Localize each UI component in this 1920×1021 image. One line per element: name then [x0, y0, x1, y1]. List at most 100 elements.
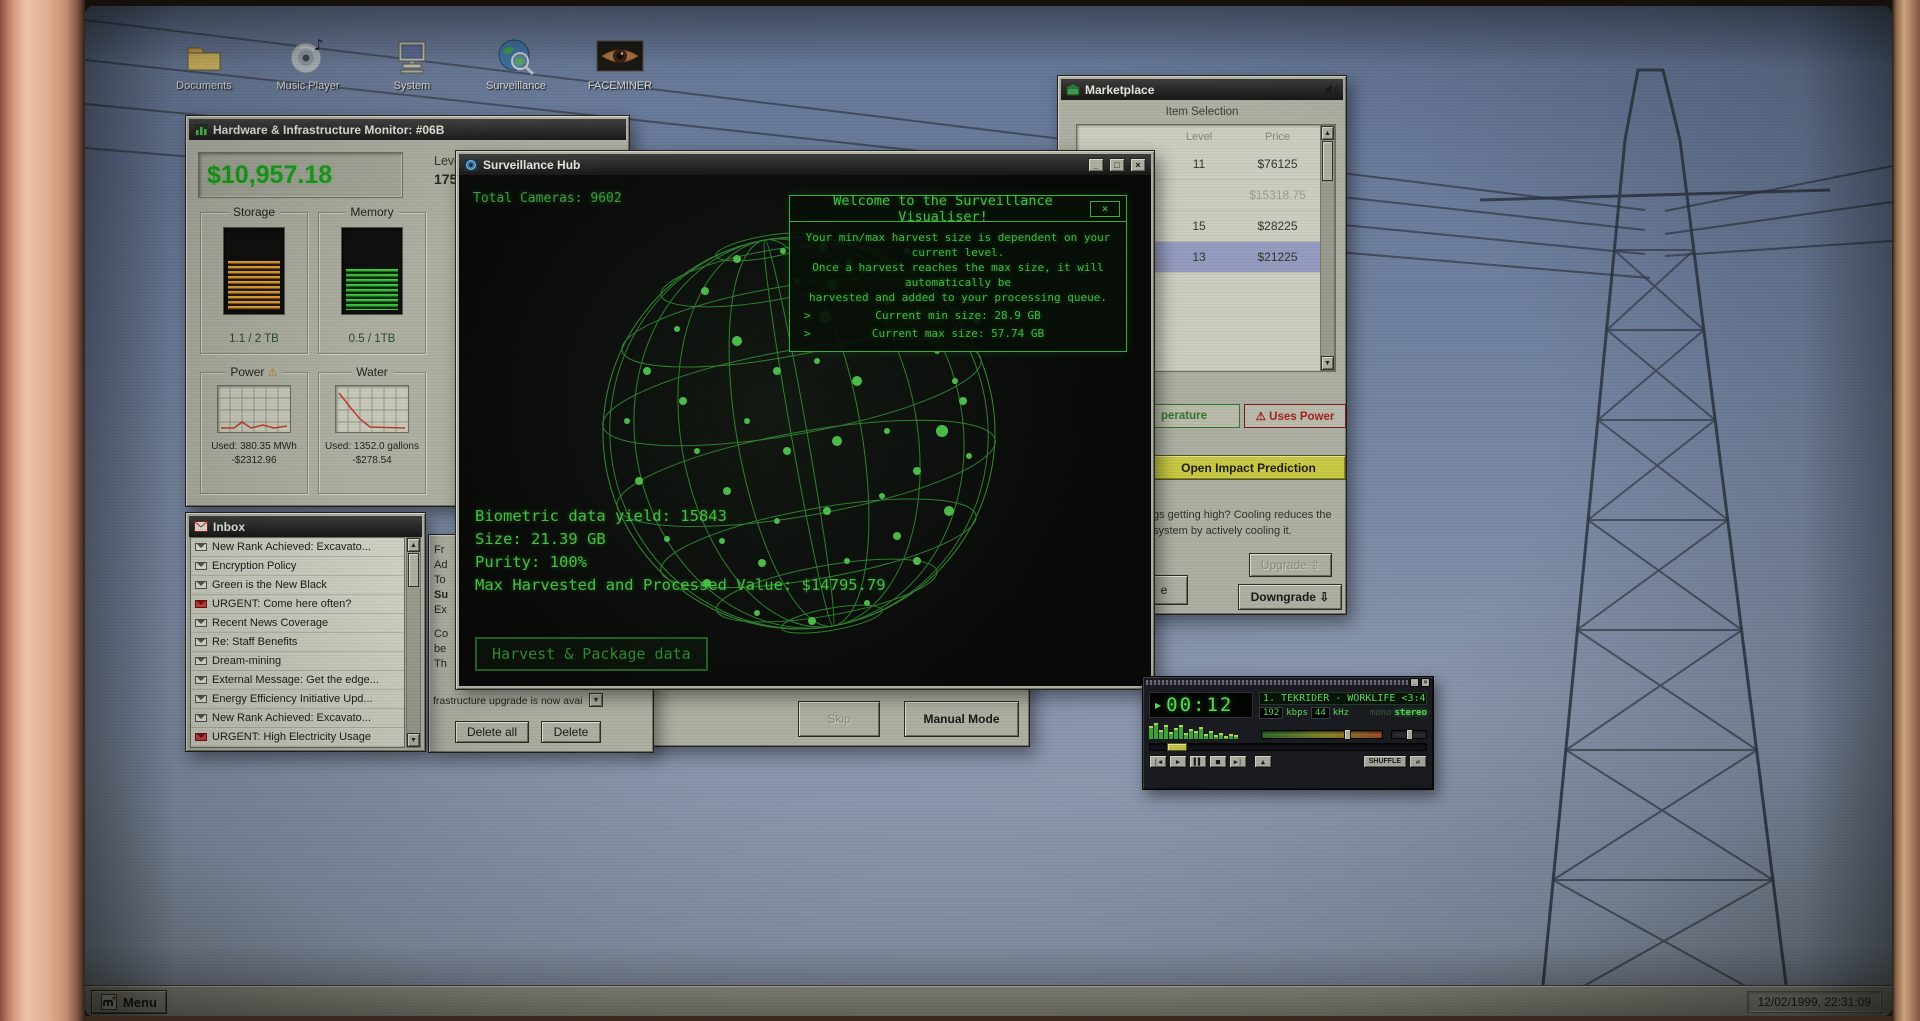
total-cameras-label: Total Cameras: 9602 [473, 191, 622, 206]
email-subject: Green is the New Black [212, 579, 327, 591]
volume-thumb[interactable] [1343, 729, 1351, 740]
email-subject: New Rank Achieved: Excavato... [212, 712, 371, 724]
email-row[interactable]: New Rank Achieved: Excavato... [191, 709, 404, 728]
scroll-thumb[interactable] [1322, 141, 1333, 181]
envelope-icon [195, 600, 207, 608]
email-row-urgent[interactable]: URGENT: Come here often? [191, 595, 404, 614]
marketplace-titlebar[interactable]: Marketplace [1061, 79, 1343, 100]
titlebar-grip [1146, 680, 1408, 685]
speaker-icon[interactable] [1324, 84, 1338, 96]
dialog-text-line: Once a harvest reaches the max size, it … [812, 261, 1104, 289]
harvest-package-button[interactable]: Harvest & Package data [475, 637, 708, 671]
balance-display: $10,957.18 [198, 152, 403, 198]
email-row[interactable]: Encryption Policy [191, 557, 404, 576]
scroll-thumb[interactable] [408, 553, 419, 587]
scroll-up-button[interactable]: ▲ [1321, 126, 1334, 140]
memory-value: 0.5 / 1TB [348, 333, 396, 345]
window-title: Inbox [213, 519, 245, 534]
email-row[interactable]: Green is the New Black [191, 576, 404, 595]
memory-label: Memory [345, 205, 399, 219]
scroll-down-button[interactable]: ▼ [1321, 356, 1334, 370]
spectrum-analyzer [1149, 723, 1253, 739]
downgrade-button[interactable]: Downgrade ⇩ [1238, 584, 1342, 610]
inbox-scrollbar[interactable]: ▲ ▼ [406, 537, 421, 748]
email-subject: Dream-mining [212, 655, 282, 667]
scroll-down-button[interactable]: ▼ [407, 733, 420, 747]
description-line: system by actively cooling it. [1153, 525, 1292, 537]
computer-icon [398, 41, 426, 74]
scroll-up-button[interactable]: ▲ [407, 538, 420, 552]
max-size-value: Current max size: 57.74 GB [871, 327, 1045, 340]
memory-group: Memory 0.5 / 1TB [318, 205, 426, 354]
harvest-size: Size: 21.39 GB [475, 530, 606, 548]
player-close-button[interactable]: × [1421, 678, 1430, 687]
email-row[interactable]: Dream-mining [191, 652, 404, 671]
surveillance-hub-icon [464, 158, 478, 171]
delete-button[interactable]: Delete [541, 721, 601, 743]
power-warning-icon: ⚠ [267, 367, 278, 379]
memory-gauge [341, 227, 403, 315]
balance-slider[interactable] [1391, 729, 1427, 740]
desktop-icon-system[interactable]: System [371, 36, 453, 92]
folder-icon [187, 47, 221, 71]
menu-button[interactable]: Menu [91, 990, 167, 1014]
previous-button[interactable]: |◀ [1149, 755, 1167, 768]
bullet-glyph: > [804, 327, 811, 340]
mail-scroll-down-button[interactable]: ▼ [589, 693, 603, 707]
email-row-urgent[interactable]: URGENT: High Electricity Usage [191, 728, 404, 747]
min-size-value: Current min size: 28.9 GB [875, 309, 1041, 322]
samplerate-unit: kHz [1332, 708, 1350, 718]
upgrade-button[interactable]: Upgrade ⇧ [1249, 553, 1332, 577]
close-button[interactable]: × [1130, 157, 1146, 172]
delete-all-button[interactable]: Delete all [455, 721, 529, 743]
email-row[interactable]: Recent News Coverage [191, 614, 404, 633]
bitrate-unit: kbps [1286, 708, 1308, 718]
balance-thumb[interactable] [1406, 729, 1413, 740]
surveillance-hub-window: Surveillance Hub _ □ × Total Cameras: 96… [455, 150, 1155, 690]
skip-button[interactable]: Skip [798, 701, 880, 737]
hardware-monitor-titlebar[interactable]: Hardware & Infrastructure Monitor: #06B [189, 119, 626, 140]
marketplace-scrollbar[interactable]: ▲ ▼ [1320, 125, 1335, 371]
email-subject: URGENT: Come here often? [212, 598, 352, 610]
desktop-icon-surveillance[interactable]: Surveillance [475, 36, 557, 92]
seek-thumb[interactable] [1166, 743, 1187, 751]
volume-slider[interactable] [1261, 729, 1383, 740]
maximize-button[interactable]: □ [1109, 157, 1125, 172]
shuffle-button[interactable]: SHUFFLE [1362, 755, 1407, 768]
play-button[interactable]: ▶ [1169, 755, 1187, 768]
player-body: ▶ 00:12 1. TEKRIDER - WORKLIFE <3:48> 19… [1143, 688, 1433, 772]
item-level: 11 [1192, 157, 1206, 171]
harvest-stats: Biometric data yield: 15843 Size: 21.39 … [475, 505, 886, 597]
stop-button[interactable]: ■ [1209, 755, 1227, 768]
eject-button[interactable]: ▲ [1254, 755, 1272, 768]
monitor-bezel-left [0, 0, 85, 1021]
surveillance-titlebar[interactable]: Surveillance Hub _ □ × [459, 154, 1151, 175]
min-size-row: > Current min size: 28.9 GB [800, 308, 1116, 323]
manual-mode-button[interactable]: Manual Mode [904, 701, 1019, 737]
taskbar-clock: 12/02/1999, 22:31:09 [1746, 991, 1882, 1013]
next-button[interactable]: ▶| [1229, 755, 1247, 768]
email-row[interactable]: Energy Efficiency Initiative Upd... [191, 690, 404, 709]
envelope-icon [195, 714, 207, 722]
player-minimize-button[interactable]: _ [1410, 678, 1419, 687]
desktop-icon-faceminer[interactable]: FACEMINER [579, 36, 661, 92]
hardware-monitor-icon [194, 123, 208, 136]
dialog-close-button[interactable]: × [1090, 200, 1120, 217]
inbox-titlebar[interactable]: Inbox [189, 516, 422, 537]
player-titlebar[interactable]: _ × [1143, 677, 1433, 688]
seek-bar[interactable] [1149, 743, 1427, 751]
desktop-icon-music-player[interactable]: ♪ Music Player [267, 36, 349, 92]
mail-body-line: frastructure upgrade is now available. W… [433, 695, 583, 707]
open-impact-prediction-button[interactable]: Open Impact Prediction [1151, 455, 1346, 480]
taskbar: Menu 12/02/1999, 22:31:09 [85, 986, 1892, 1016]
desktop-icon-documents[interactable]: Documents [163, 36, 245, 92]
email-list: New Rank Achieved: Excavato... Encryptio… [190, 537, 405, 748]
pause-button[interactable]: ▌▌ [1189, 755, 1207, 768]
email-row[interactable]: Re: Staff Benefits [191, 633, 404, 652]
repeat-button[interactable]: ⇄ [1409, 755, 1427, 768]
minimize-button[interactable]: _ [1088, 157, 1104, 172]
time-display: ▶ 00:12 [1149, 692, 1253, 718]
email-row[interactable]: External Message: Get the edge... [191, 671, 404, 690]
item-price: $15318.75 [1249, 188, 1306, 202]
email-row[interactable]: New Rank Achieved: Excavato... [191, 538, 404, 557]
